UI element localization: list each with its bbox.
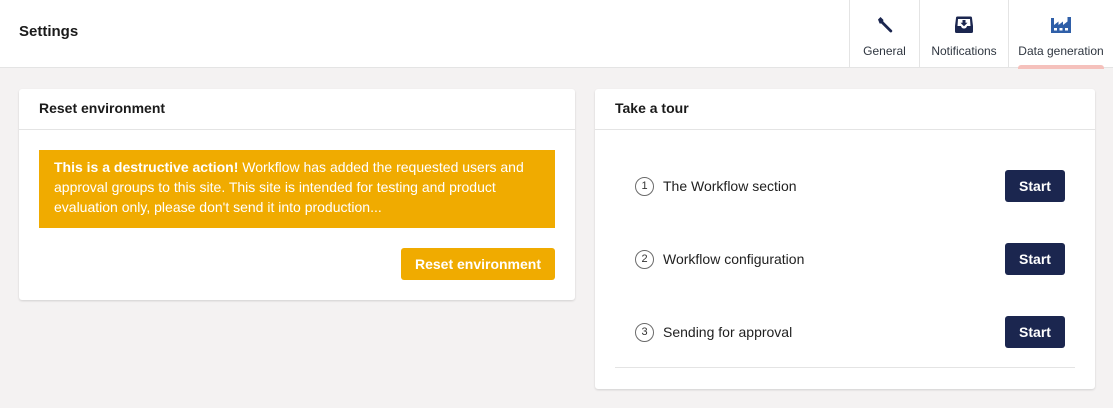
tour-item: 1 The Workflow section Start — [615, 170, 1075, 203]
start-tour-button[interactable]: Start — [1005, 316, 1065, 348]
take-a-tour-card: Take a tour 1 The Workflow section Start… — [595, 89, 1095, 389]
destructive-warning: This is a destructive action! Workflow h… — [39, 150, 555, 228]
tab-data-generation[interactable]: Data generation — [1008, 0, 1113, 69]
warning-bold-text: This is a destructive action! — [54, 159, 239, 175]
tour-list: 1 The Workflow section Start 2 Workflow … — [615, 130, 1075, 368]
tour-item: 3 Sending for approval Start — [615, 316, 1075, 349]
factory-icon — [1050, 14, 1072, 36]
tab-notifications[interactable]: Notifications — [919, 0, 1008, 68]
active-tab-indicator — [1018, 65, 1104, 69]
start-tour-button[interactable]: Start — [1005, 170, 1065, 202]
tour-card-title: Take a tour — [595, 89, 1095, 130]
tour-item-label: Workflow configuration — [663, 251, 805, 267]
tab-general-label: General — [863, 44, 906, 58]
tour-item: 2 Workflow configuration Start — [615, 243, 1075, 276]
start-tour-button[interactable]: Start — [1005, 243, 1065, 275]
reset-environment-card: Reset environment This is a destructive … — [19, 89, 575, 300]
step-number-badge: 2 — [635, 250, 654, 269]
tab-general[interactable]: General — [849, 0, 919, 68]
step-number-badge: 1 — [635, 177, 654, 196]
step-number-badge: 3 — [635, 323, 654, 342]
inbox-icon — [953, 14, 975, 36]
reset-environment-button[interactable]: Reset environment — [401, 248, 555, 280]
reset-card-title: Reset environment — [19, 89, 575, 130]
settings-tabs: General Notifications Data generation — [849, 0, 1113, 69]
tab-notifications-label: Notifications — [931, 44, 997, 58]
tour-item-label: The Workflow section — [663, 178, 797, 194]
page-title: Settings — [19, 23, 79, 40]
header: Settings General Notifications Data gene… — [0, 0, 1113, 69]
tab-data-generation-label: Data generation — [1018, 44, 1104, 58]
wrench-icon — [875, 14, 895, 36]
tour-item-label: Sending for approval — [663, 324, 793, 340]
